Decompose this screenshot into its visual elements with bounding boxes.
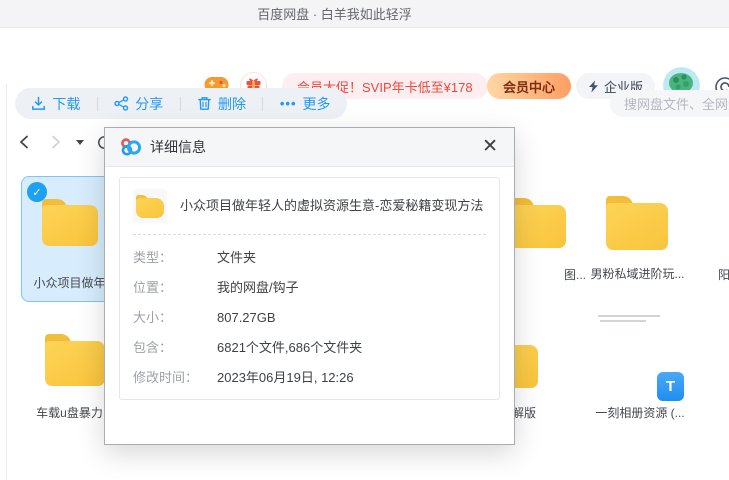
dialog-title: 详细信息 <box>150 137 206 157</box>
back-icon <box>16 133 34 151</box>
delete-label: 删除 <box>218 94 246 114</box>
delete-button[interactable]: 删除 <box>197 94 246 114</box>
folder-icon <box>136 195 164 218</box>
field-label: 大小： <box>133 311 217 325</box>
watermark <box>600 320 646 322</box>
window-title: 百度网盘 · 白羊我如此轻浮 <box>257 4 412 23</box>
details-dialog: 详细信息 ✕ 小众项目做年轻人的虚拟资源生意-恋爱秘籍变现方法 类型： 文件夹 … <box>104 127 515 445</box>
history-dropdown-button[interactable] <box>76 140 84 145</box>
field-value: 我的网盘/钩子 <box>217 281 299 295</box>
field-value: 807.27GB <box>217 311 276 325</box>
share-icon <box>114 96 129 111</box>
more-dots-icon: ••• <box>280 99 297 109</box>
file-card-edge-label[interactable]: 阳 <box>718 266 729 283</box>
field-row-type: 类型： 文件夹 <box>120 243 499 273</box>
back-button[interactable] <box>16 133 34 151</box>
check-glyph: ✓ <box>32 186 41 199</box>
more-label: 更多 <box>303 94 331 114</box>
field-label: 类型： <box>133 251 217 265</box>
field-row-size: 大小： 807.27GB <box>120 303 499 333</box>
folder-icon <box>606 196 668 250</box>
forward-button[interactable] <box>46 133 64 151</box>
watermark <box>598 315 660 317</box>
t-glyph: T <box>666 378 675 395</box>
search-placeholder: 搜网盘文件、全网资 <box>624 94 729 113</box>
close-icon[interactable]: ✕ <box>478 133 502 160</box>
file-card-partial-1-label[interactable]: 图... <box>530 266 586 283</box>
folder-icon <box>42 199 98 246</box>
share-button[interactable]: 分享 <box>114 94 163 114</box>
toolbar-separator <box>180 97 181 111</box>
file-card-album-label[interactable]: 一刻相册资源 (... <box>580 404 700 421</box>
file-name: 小众项目做年轻人的虚拟资源生意-恋爱秘籍变现方法 <box>180 197 483 215</box>
download-label: 下载 <box>52 94 80 114</box>
file-name-row: 小众项目做年轻人的虚拟资源生意-恋爱秘籍变现方法 <box>120 178 499 234</box>
history-nav <box>16 133 113 151</box>
file-thumb <box>133 189 167 223</box>
dialog-header[interactable]: 详细信息 ✕ <box>105 128 514 167</box>
file-card-fans-label[interactable]: 男粉私域进阶玩... <box>585 265 690 282</box>
window-titlebar: 百度网盘 · 白羊我如此轻浮 <box>0 0 729 28</box>
download-button[interactable]: 下载 <box>31 94 80 114</box>
field-value: 6821个文件,686个文件夹 <box>217 341 362 355</box>
field-value: 文件夹 <box>217 251 256 265</box>
file-info-box: 小众项目做年轻人的虚拟资源生意-恋爱秘籍变现方法 类型： 文件夹 位置： 我的网… <box>119 177 500 400</box>
field-row-modified: 修改时间： 2023年06月19日, 12:26 <box>120 363 499 393</box>
field-row-location: 位置： 我的网盘/钩子 <box>120 273 499 303</box>
folder-icon <box>45 334 105 386</box>
folder-icon <box>508 198 566 248</box>
field-label: 包含： <box>133 341 217 355</box>
search-input[interactable]: 搜网盘文件、全网资 <box>610 90 729 117</box>
toolbar-separator <box>262 97 263 111</box>
baidu-netdisk-logo-icon <box>119 137 141 157</box>
field-row-contains: 包含： 6821个文件,686个文件夹 <box>120 333 499 363</box>
field-label: 修改时间： <box>133 371 217 385</box>
file-fields: 类型： 文件夹 位置： 我的网盘/钩子 大小： 807.27GB 包含： 682… <box>120 235 499 399</box>
file-card-partial-1[interactable] <box>508 198 566 248</box>
selected-check-icon[interactable]: ✓ <box>27 182 47 202</box>
text-file-icon[interactable]: T <box>657 372 684 401</box>
vip-center-button[interactable]: 会员中心 <box>487 73 571 99</box>
file-card-usb[interactable] <box>45 334 105 386</box>
enterprise-lightning-icon <box>588 80 599 93</box>
vip-center-label: 会员中心 <box>503 77 555 96</box>
forward-icon <box>46 133 64 151</box>
action-toolbar: 下载 分享 删除 ••• 更多 <box>15 88 347 119</box>
more-button[interactable]: ••• 更多 <box>280 94 331 114</box>
field-label: 位置： <box>133 281 217 295</box>
toolbar-separator <box>97 97 98 111</box>
chevron-down-icon <box>76 140 84 145</box>
content-left-divider <box>6 84 7 480</box>
field-value: 2023年06月19日, 12:26 <box>217 371 354 385</box>
share-label: 分享 <box>135 94 163 114</box>
trash-icon <box>197 96 212 111</box>
file-card-fans[interactable] <box>606 196 668 250</box>
app-header: 会员大促！SVIP年卡低至¥178 会员中心 企业版 SVIP1 <box>0 28 729 82</box>
download-icon <box>31 96 46 111</box>
file-card-label: 小众项目做年 <box>26 274 113 291</box>
